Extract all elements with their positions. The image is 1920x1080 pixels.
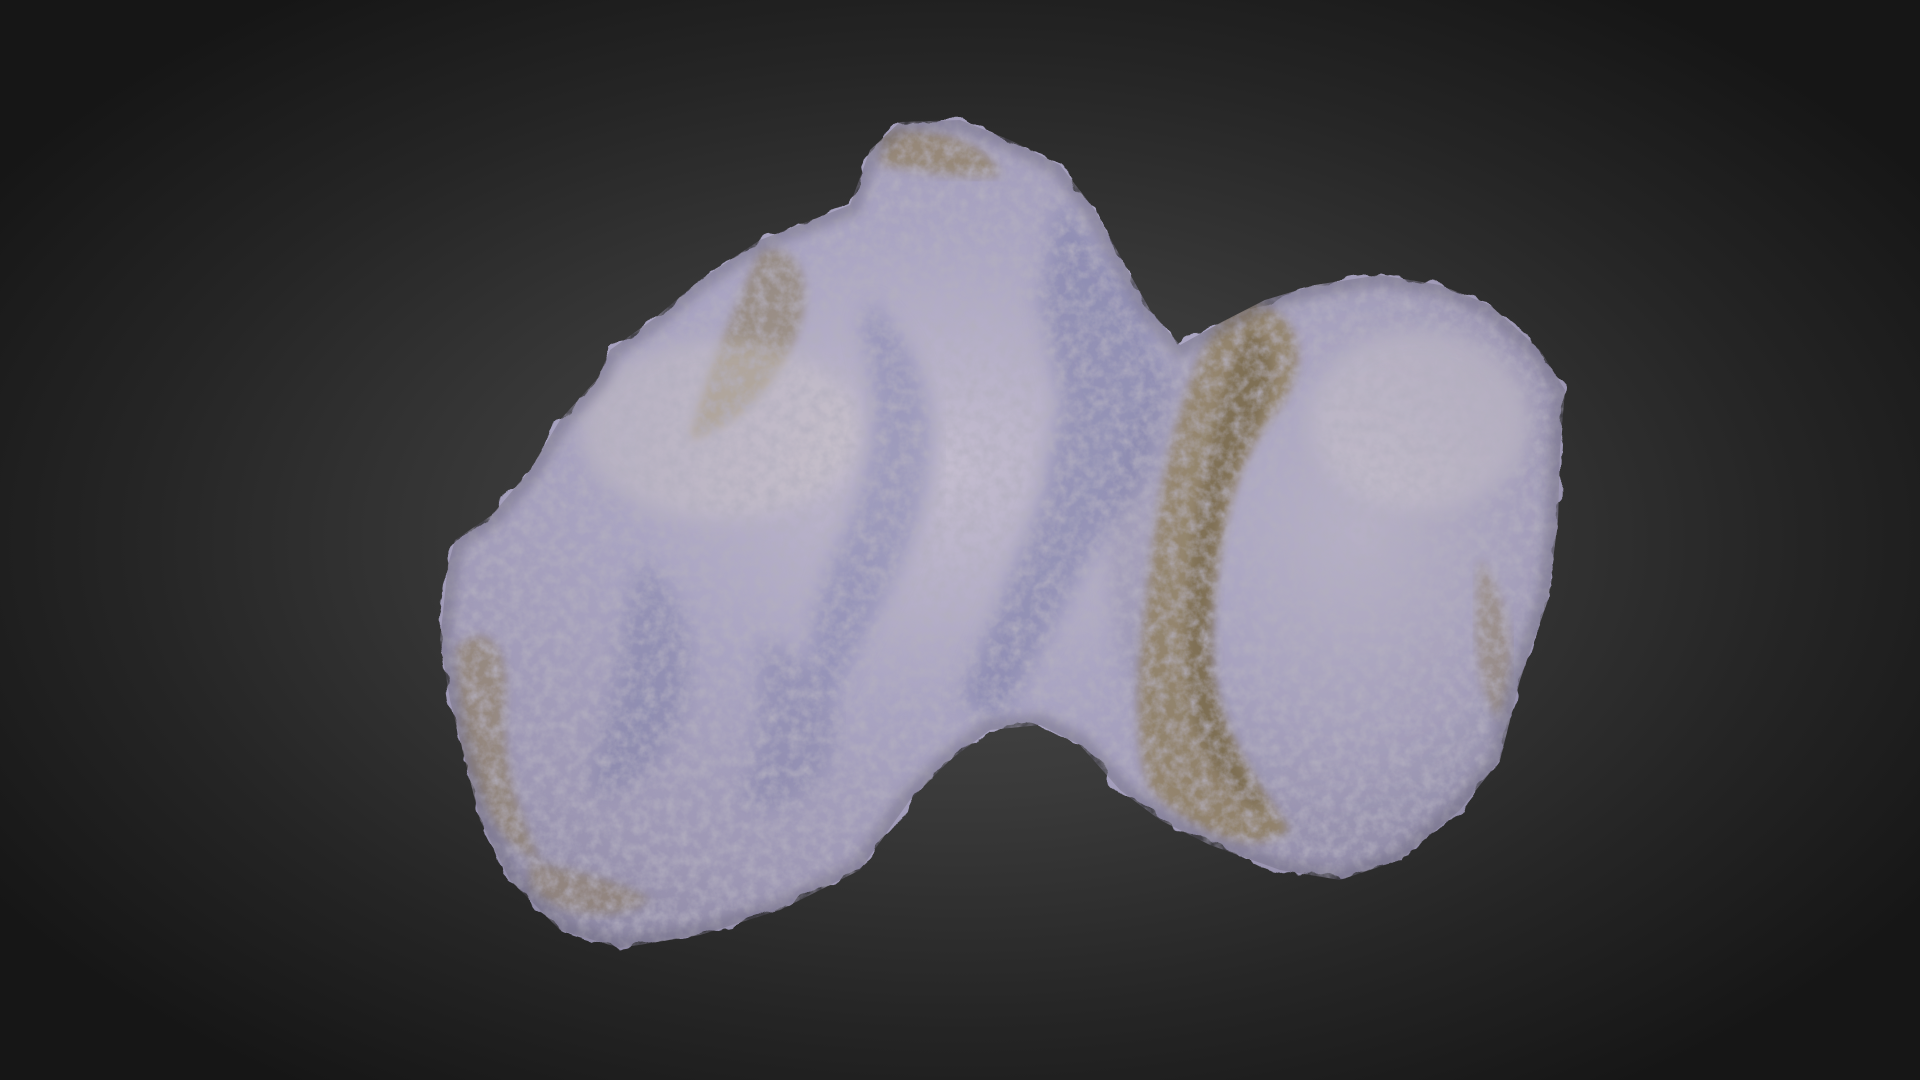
model-canvas[interactable] (0, 0, 1920, 1080)
surface-texture (440, 120, 1565, 948)
3d-viewer-viewport[interactable] (0, 0, 1920, 1080)
